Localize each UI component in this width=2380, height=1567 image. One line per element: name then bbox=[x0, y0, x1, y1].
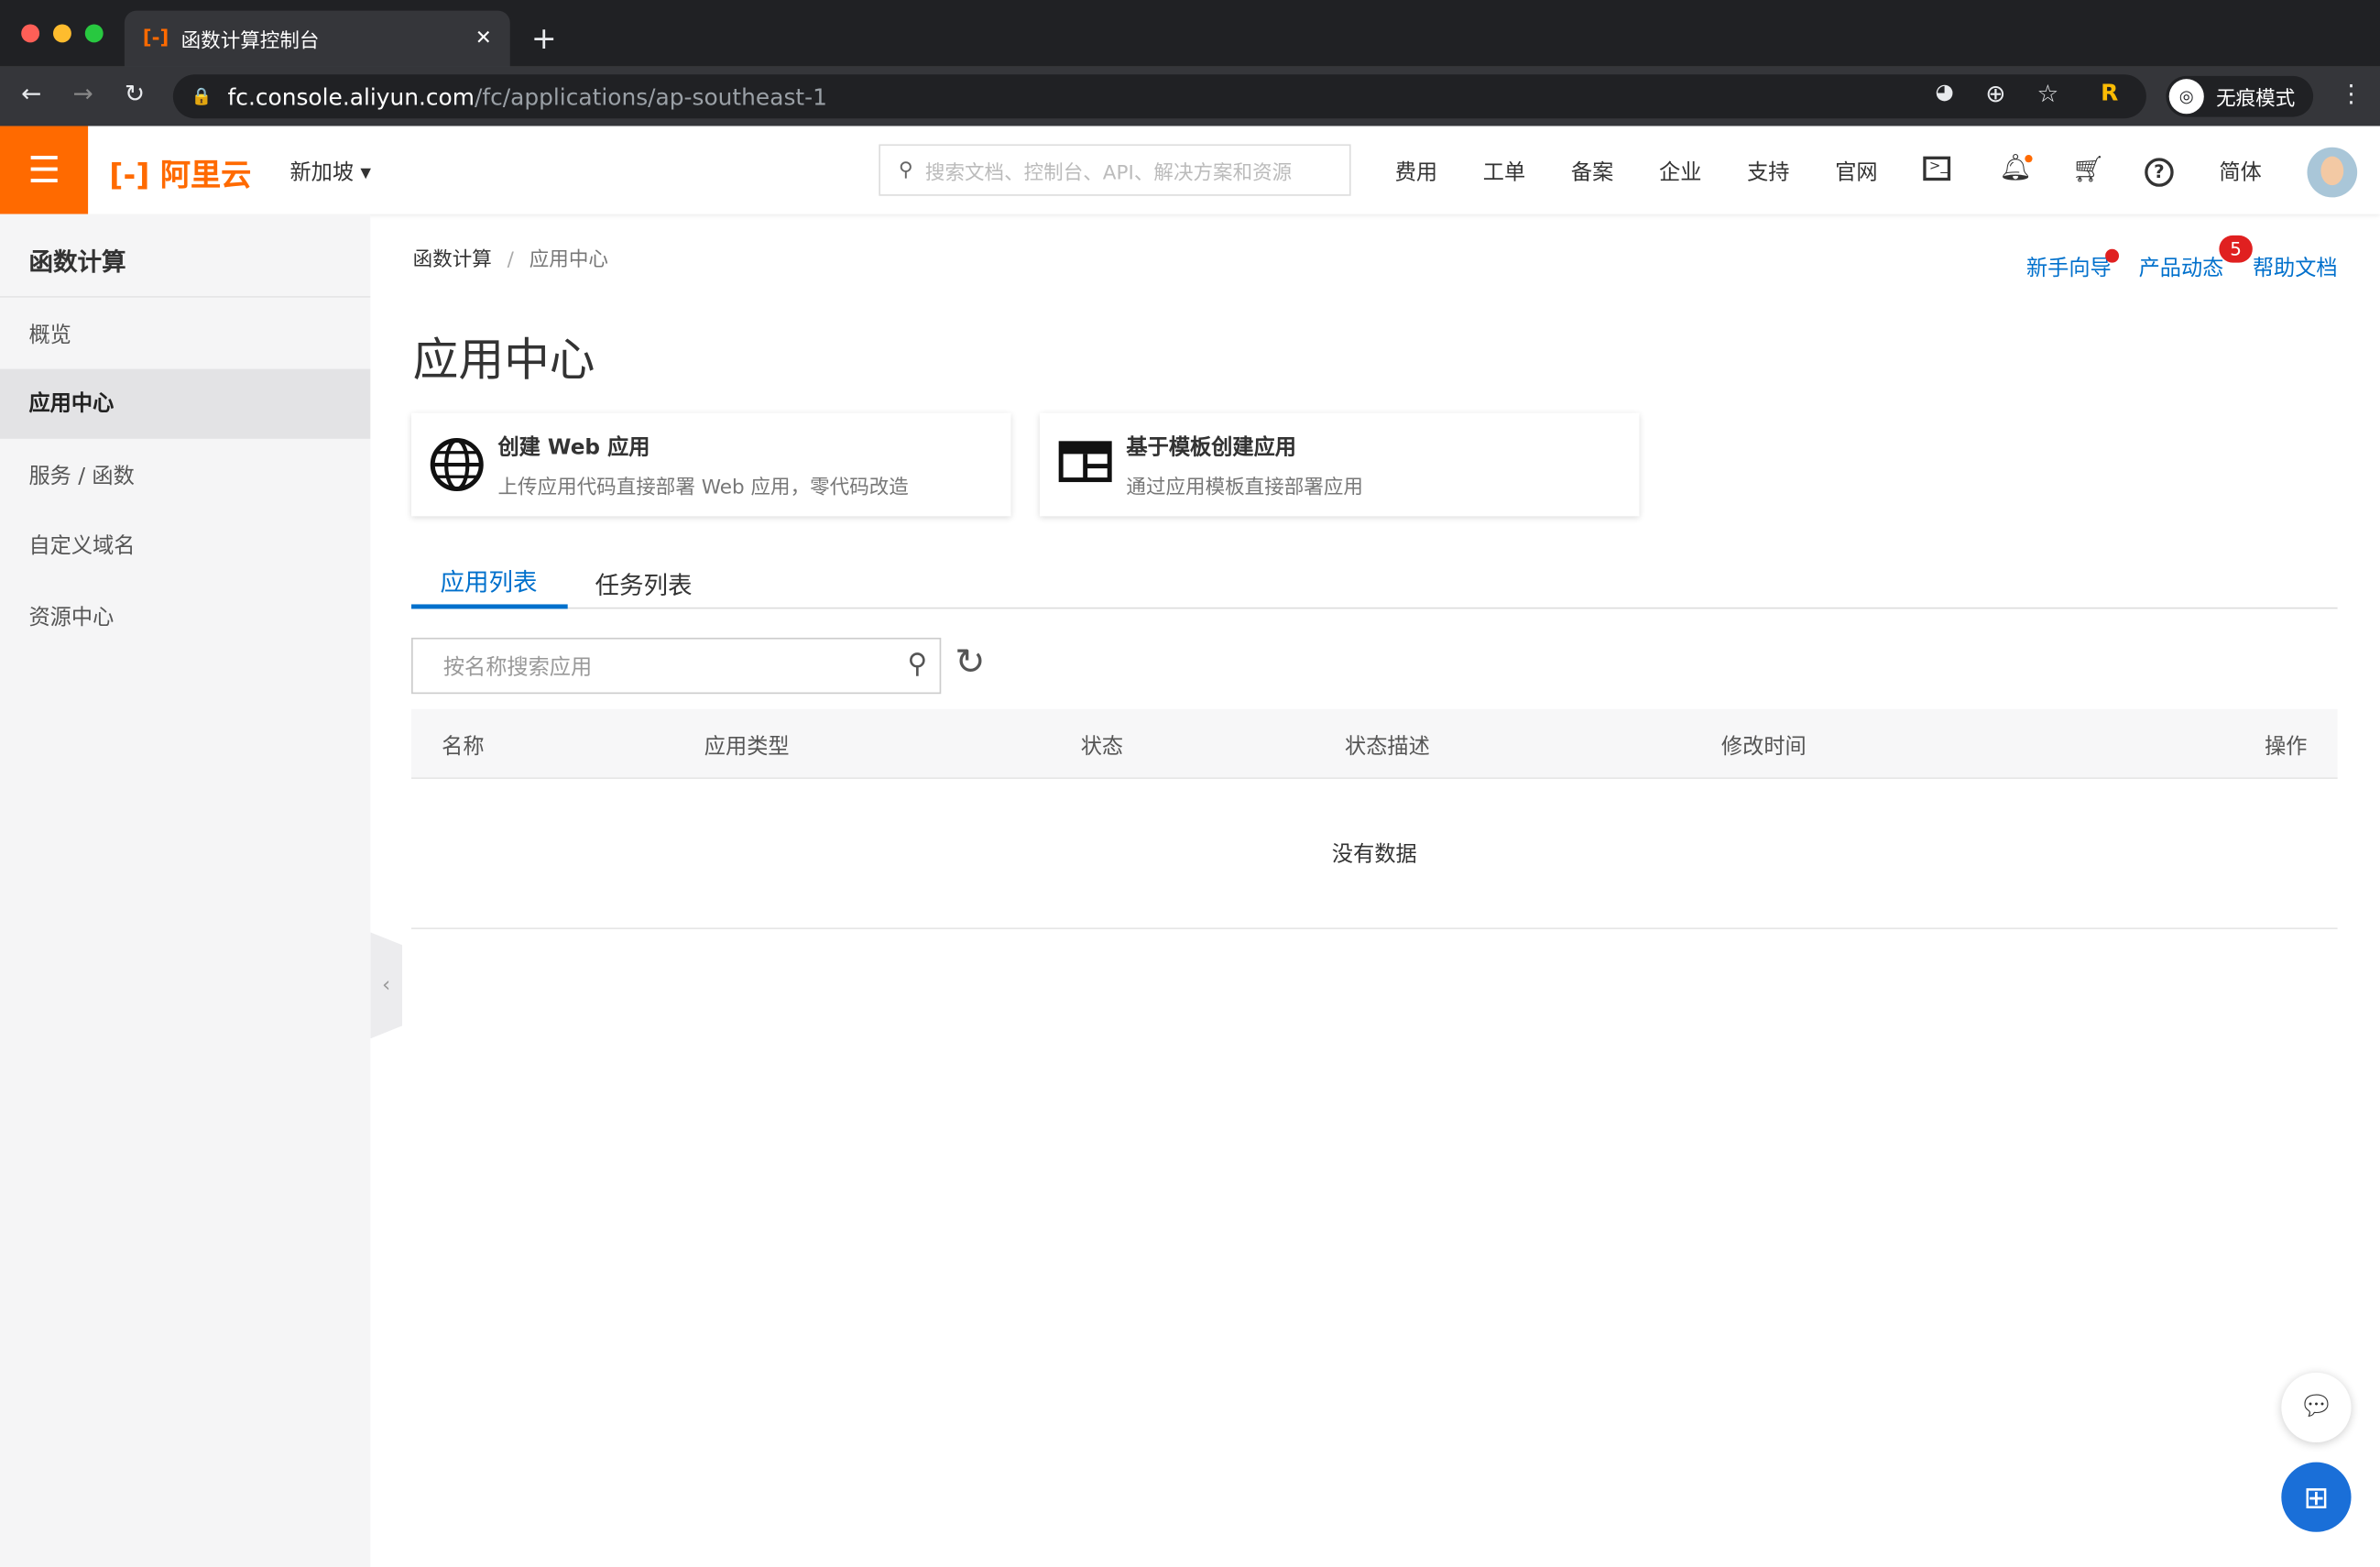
bookmark-star-icon[interactable]: ☆ bbox=[2037, 79, 2059, 107]
help-docs-link[interactable]: 帮助文档 bbox=[2253, 252, 2338, 282]
maximize-window-button[interactable] bbox=[84, 24, 104, 43]
incognito-badge[interactable]: ◎ 无痕模式 bbox=[2166, 75, 2314, 117]
cart-icon[interactable]: 🛒︎ bbox=[2072, 155, 2105, 185]
close-tab-icon[interactable]: ✕ bbox=[475, 27, 492, 50]
zoom-icon[interactable]: ⊕ bbox=[1985, 79, 2005, 107]
app-search-input[interactable]: 按名称搜索应用 ⚲ bbox=[411, 637, 942, 695]
address-bar[interactable]: 🔒 fc.console.aliyun.com/fc/applications/… bbox=[172, 74, 2146, 119]
sidebar-item-resource-center[interactable]: 资源中心 bbox=[0, 583, 370, 652]
news-count-badge: 5 bbox=[2219, 235, 2253, 263]
incognito-label: 无痕模式 bbox=[2216, 88, 2296, 111]
sidebar-item-overview[interactable]: 概览 bbox=[0, 301, 370, 370]
reload-icon[interactable]: ↻ bbox=[125, 79, 145, 107]
menu-hamburger-icon[interactable]: ☰ bbox=[0, 126, 89, 214]
guide-dot bbox=[2105, 248, 2120, 263]
region-selector[interactable]: 新加坡 ▾ bbox=[289, 157, 371, 187]
cookie-blocked-icon[interactable]: ◕ bbox=[1936, 81, 1954, 105]
tab-title: 函数计算控制台 bbox=[180, 30, 320, 53]
search-icon[interactable]: ⚲ bbox=[908, 648, 928, 680]
breadcrumb-app-center: 应用中心 bbox=[529, 248, 608, 272]
nav-fees[interactable]: 费用 bbox=[1395, 157, 1437, 187]
incognito-icon: ◎ bbox=[2168, 79, 2204, 115]
language-switch[interactable]: 简体 bbox=[2219, 157, 2261, 187]
chat-icon: 💬︎ bbox=[2298, 1390, 2334, 1423]
extension-icon[interactable]: R bbox=[2101, 79, 2118, 106]
table-header: 名称 应用类型 状态 状态描述 修改时间 操作 bbox=[411, 708, 2338, 779]
apps-grid-icon: ⊞ bbox=[2303, 1478, 2330, 1516]
terminal-icon[interactable]: >_ bbox=[1923, 156, 1951, 181]
forward-icon[interactable]: → bbox=[73, 79, 93, 107]
card-description: 上传应用代码直接部署 Web 应用，零代码改造 bbox=[497, 477, 909, 500]
page-title: 应用中心 bbox=[412, 334, 595, 388]
browser-menu-icon[interactable]: ⋮ bbox=[2339, 79, 2364, 107]
create-web-app-card[interactable]: 创建 Web 应用 上传应用代码直接部署 Web 应用，零代码改造 bbox=[411, 412, 1011, 517]
sidebar-title: 函数计算 bbox=[28, 247, 126, 277]
tab-app-list[interactable]: 应用列表 bbox=[441, 562, 538, 598]
column-status-desc: 状态描述 bbox=[1345, 734, 1430, 760]
create-from-template-card[interactable]: 基于模板创建应用 通过应用模板直接部署应用 bbox=[1039, 412, 1640, 517]
column-modified-time: 修改时间 bbox=[1720, 734, 1807, 760]
breadcrumb: 函数计算 / 应用中心 bbox=[412, 248, 608, 272]
column-actions: 操作 bbox=[2265, 734, 2308, 760]
sidebar-item-custom-domains[interactable]: 自定义域名 bbox=[0, 511, 370, 581]
avatar[interactable] bbox=[2307, 147, 2358, 198]
url-host: fc.console.aliyun.com bbox=[227, 82, 475, 111]
browser-tab[interactable]: [-] 函数计算控制台 ✕ bbox=[124, 10, 510, 67]
column-app-type: 应用类型 bbox=[704, 734, 790, 760]
nav-icp[interactable]: 备案 bbox=[1571, 157, 1613, 187]
back-icon[interactable]: ← bbox=[21, 79, 41, 107]
card-description: 通过应用模板直接部署应用 bbox=[1126, 477, 1363, 500]
console-header: ☰ [-] 阿里云 新加坡 ▾ ⚲ 搜索文档、控制台、API、解决方案和资源 费用… bbox=[0, 126, 2380, 214]
active-tab-indicator bbox=[411, 604, 568, 609]
new-tab-icon[interactable]: + bbox=[531, 20, 557, 57]
template-icon bbox=[1058, 441, 1112, 483]
card-title: 基于模板创建应用 bbox=[1126, 435, 1296, 461]
sidebar-item-services-functions[interactable]: 服务 / 函数 bbox=[0, 442, 370, 511]
nav-enterprise[interactable]: 企业 bbox=[1659, 157, 1701, 187]
empty-state: 没有数据 bbox=[411, 781, 2338, 930]
nav-tickets[interactable]: 工单 bbox=[1483, 157, 1525, 187]
nav-official-site[interactable]: 官网 bbox=[1835, 157, 1877, 187]
breadcrumb-function-compute[interactable]: 函数计算 bbox=[413, 249, 492, 272]
nav-support[interactable]: 支持 bbox=[1747, 157, 1789, 187]
sidebar: 函数计算 概览 应用中心 服务 / 函数 自定义域名 资源中心 bbox=[0, 214, 371, 1567]
notification-dot bbox=[2025, 155, 2033, 163]
tab-task-list[interactable]: 任务列表 bbox=[595, 564, 693, 601]
refresh-icon[interactable]: ↻ bbox=[955, 641, 985, 683]
collapse-sidebar-button[interactable]: ‹ bbox=[370, 932, 403, 1039]
aliyun-favicon-icon: [-] bbox=[142, 27, 169, 50]
chat-button[interactable]: 💬︎ bbox=[2281, 1372, 2352, 1443]
product-news-link[interactable]: 产品动态 bbox=[2139, 252, 2224, 282]
column-name: 名称 bbox=[442, 734, 485, 760]
beginner-guide-link[interactable]: 新手向导 bbox=[2026, 252, 2112, 282]
apps-button[interactable]: ⊞ bbox=[2281, 1462, 2352, 1532]
lock-icon: 🔒 bbox=[191, 86, 213, 106]
help-icon[interactable]: ? bbox=[2145, 158, 2174, 187]
url-path: /fc/applications/ap-southeast-1 bbox=[474, 82, 827, 111]
card-title: 创建 Web 应用 bbox=[497, 435, 650, 461]
search-icon: ⚲ bbox=[898, 159, 913, 181]
sidebar-item-app-center[interactable]: 应用中心 bbox=[0, 368, 371, 439]
minimize-window-button[interactable] bbox=[52, 24, 71, 43]
column-status: 状态 bbox=[1080, 734, 1124, 760]
aliyun-logo[interactable]: [-] 阿里云 bbox=[109, 150, 251, 194]
close-window-button[interactable] bbox=[21, 24, 40, 43]
globe-icon bbox=[430, 438, 484, 492]
global-search-input[interactable]: ⚲ 搜索文档、控制台、API、解决方案和资源 bbox=[879, 144, 1351, 196]
chevron-left-icon: ‹ bbox=[382, 973, 391, 998]
